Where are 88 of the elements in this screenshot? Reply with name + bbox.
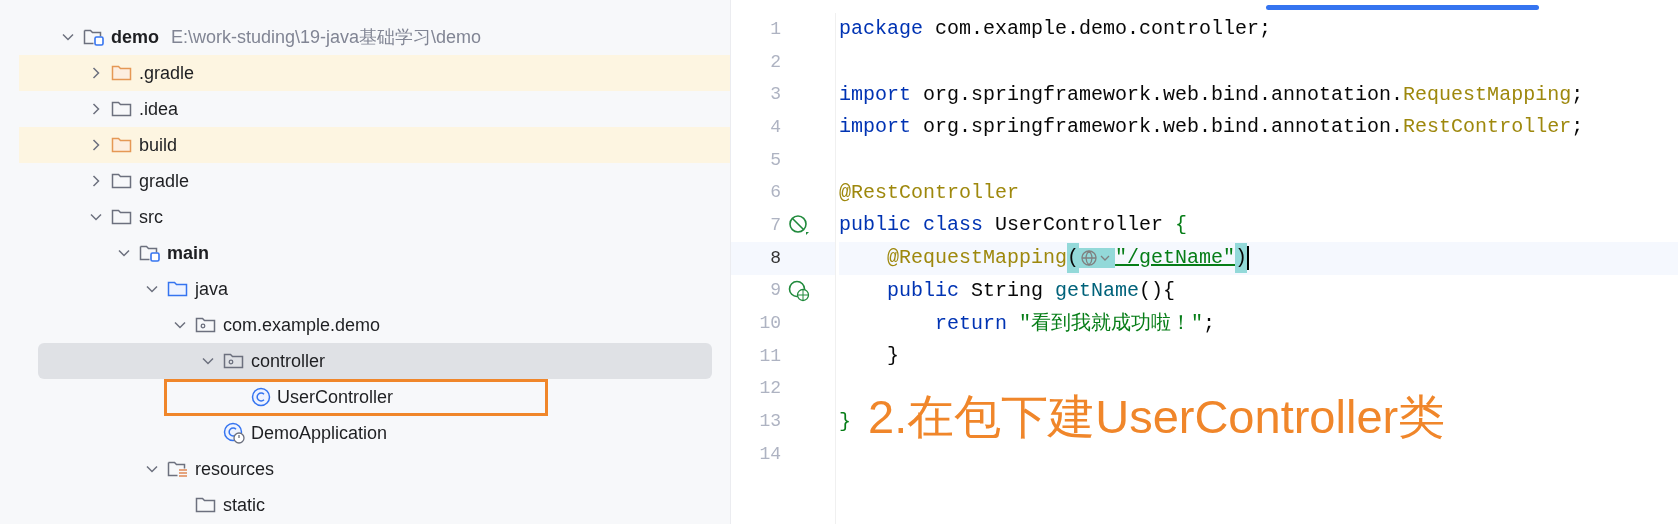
code-token: ; bbox=[1571, 81, 1584, 108]
tree-item[interactable]: .gradle bbox=[19, 55, 730, 91]
app-class-icon bbox=[223, 422, 245, 444]
tree-item[interactable]: com.example.demo bbox=[0, 307, 730, 343]
code-token: org.springframework.web.bind.annotation. bbox=[922, 81, 1404, 108]
folder-icon bbox=[167, 279, 189, 299]
item-label: .idea bbox=[139, 97, 179, 121]
code-token: "看到我就成功啦！" bbox=[1018, 310, 1204, 337]
line-number: 9 bbox=[769, 279, 781, 303]
code-token: public class bbox=[839, 212, 984, 239]
line-number: 3 bbox=[769, 83, 781, 107]
line-number: 1 bbox=[769, 17, 781, 41]
code-token: return bbox=[934, 310, 1008, 337]
package-icon bbox=[195, 315, 217, 335]
annotation-text: 2.在包下建UserController类 bbox=[868, 393, 1446, 440]
web-endpoint-icon[interactable] bbox=[788, 279, 810, 302]
item-label: demo bbox=[111, 25, 159, 49]
tree-item[interactable]: resources bbox=[0, 451, 730, 487]
item-label: java bbox=[195, 277, 229, 301]
item-label: UserController bbox=[277, 385, 394, 409]
tree-item[interactable]: main bbox=[0, 235, 730, 271]
tree-item[interactable]: UserController bbox=[0, 379, 730, 415]
item-label: main bbox=[167, 241, 209, 265]
module-folder-icon bbox=[83, 27, 105, 47]
code-token: import bbox=[839, 81, 911, 108]
code-token: getName bbox=[1055, 277, 1140, 304]
code-token: RequestMapping bbox=[1403, 81, 1572, 108]
folder-icon bbox=[111, 171, 133, 191]
item-label: static bbox=[223, 493, 265, 517]
item-label: build bbox=[139, 133, 178, 157]
line-number: 6 bbox=[769, 181, 781, 205]
code-token: ) bbox=[1235, 243, 1248, 274]
code-token: } bbox=[839, 408, 851, 435]
item-label: controller bbox=[251, 349, 326, 373]
line-number: 8 bbox=[769, 246, 781, 270]
code-token: public bbox=[886, 277, 960, 304]
tree-item[interactable]: java bbox=[0, 271, 730, 307]
class-icon bbox=[251, 387, 271, 407]
folder-icon bbox=[195, 495, 217, 515]
line-number: 4 bbox=[769, 115, 781, 139]
folder-icon bbox=[111, 63, 133, 83]
code-token: ( bbox=[1067, 243, 1080, 274]
line-number: 2 bbox=[769, 50, 781, 74]
tree-item[interactable]: demo E:\work-studing\19-java基础学习\demo bbox=[0, 19, 730, 55]
line-number: 11 bbox=[758, 344, 781, 368]
code-token: String bbox=[970, 277, 1045, 304]
code-token: } bbox=[886, 343, 899, 370]
code-token: @RestController bbox=[839, 179, 1020, 206]
line-number: 10 bbox=[758, 312, 781, 336]
item-label: resources bbox=[195, 457, 275, 481]
item-label: .gradle bbox=[139, 61, 195, 85]
item-label: gradle bbox=[139, 169, 190, 193]
url-link[interactable]: "/getName" bbox=[1115, 243, 1236, 274]
code-token: { bbox=[1175, 212, 1188, 239]
line-number: 14 bbox=[758, 442, 781, 466]
line-number: 12 bbox=[758, 377, 781, 401]
line-number: 5 bbox=[769, 148, 781, 172]
module-folder-icon bbox=[139, 243, 161, 263]
text-caret bbox=[1247, 246, 1250, 271]
item-path: E:\work-studing\19-java基础学习\demo bbox=[171, 25, 482, 49]
code-token: UserController bbox=[994, 212, 1165, 239]
bean-icon[interactable] bbox=[788, 214, 810, 237]
item-label: src bbox=[139, 205, 163, 229]
tree-item[interactable]: .idea bbox=[0, 91, 730, 127]
code-token: ; bbox=[1571, 114, 1584, 141]
code-token: @RequestMapping bbox=[886, 245, 1068, 272]
line-number: 13 bbox=[758, 410, 781, 434]
resources-folder-icon bbox=[167, 459, 189, 479]
code-token: com.example.demo.controller; bbox=[934, 16, 1272, 43]
code-token: package bbox=[839, 16, 923, 43]
tree-item[interactable]: static bbox=[0, 487, 730, 523]
folder-icon bbox=[111, 135, 133, 155]
tree-item[interactable]: build bbox=[19, 127, 730, 163]
tree-item[interactable]: gradle bbox=[0, 163, 730, 199]
folder-icon bbox=[111, 99, 133, 119]
item-label: com.example.demo bbox=[223, 313, 381, 337]
code-token: import bbox=[839, 114, 911, 141]
code-token: ; bbox=[1203, 310, 1216, 337]
tree-item[interactable]: src bbox=[0, 199, 730, 235]
code-token: org.springframework.web.bind.annotation. bbox=[922, 114, 1404, 141]
line-number: 7 bbox=[769, 213, 781, 237]
package-icon bbox=[223, 351, 245, 371]
tree-item[interactable]: DemoApplication bbox=[0, 415, 730, 451]
code-token: (){ bbox=[1139, 277, 1176, 304]
code-token: RestController bbox=[1403, 114, 1572, 141]
folder-icon bbox=[111, 207, 133, 227]
tree-item[interactable]: controller bbox=[38, 343, 712, 379]
item-label: DemoApplication bbox=[251, 421, 388, 445]
